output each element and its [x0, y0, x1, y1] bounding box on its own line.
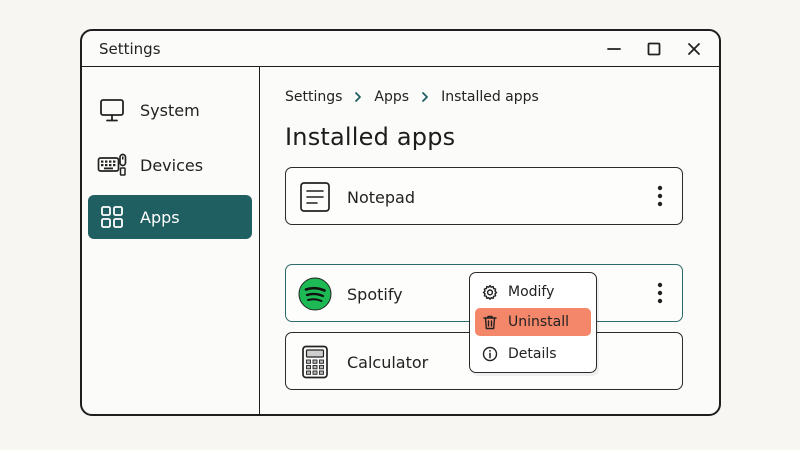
more-options-button[interactable]	[650, 280, 670, 306]
title-bar: Settings	[82, 31, 719, 67]
gear-icon	[481, 283, 499, 301]
menu-item-modify[interactable]: Modify	[475, 278, 591, 306]
maximize-button[interactable]	[642, 37, 666, 61]
menu-item-label: Uninstall	[508, 314, 570, 330]
calculator-icon	[298, 345, 332, 379]
minimize-button[interactable]	[602, 37, 626, 61]
chevron-right-icon	[354, 91, 362, 103]
close-icon	[688, 43, 700, 55]
grid-icon	[97, 202, 127, 232]
context-menu: Modify Uninstall Details	[469, 272, 597, 373]
menu-item-label: Details	[508, 346, 557, 362]
sidebar-item-label: Apps	[140, 207, 180, 227]
app-card-notepad[interactable]: Notepad	[285, 167, 683, 225]
breadcrumb-apps[interactable]: Apps	[374, 89, 409, 105]
breadcrumb: Settings Apps Installed apps	[285, 89, 539, 105]
trash-icon	[481, 313, 499, 331]
more-options-button[interactable]	[650, 183, 670, 209]
menu-item-uninstall[interactable]: Uninstall	[475, 308, 591, 336]
page-title: Installed apps	[285, 123, 456, 151]
notepad-icon	[298, 180, 332, 214]
chevron-right-icon	[421, 91, 429, 103]
app-name: Notepad	[347, 188, 415, 207]
sidebar-item-apps[interactable]: Apps	[88, 195, 252, 239]
menu-item-label: Modify	[508, 284, 555, 300]
menu-item-details[interactable]: Details	[475, 340, 591, 368]
settings-window: Settings System Devices Apps Settings Ap…	[80, 29, 721, 416]
sidebar-item-label: System	[140, 100, 200, 120]
close-button[interactable]	[682, 37, 706, 61]
minimize-icon	[607, 48, 621, 50]
sidebar-item-system[interactable]: System	[88, 88, 252, 132]
breadcrumb-installed-apps: Installed apps	[441, 89, 539, 105]
sidebar-item-devices[interactable]: Devices	[88, 143, 252, 187]
more-vertical-icon	[657, 185, 663, 207]
breadcrumb-settings[interactable]: Settings	[285, 89, 342, 105]
window-title: Settings	[99, 40, 161, 58]
info-icon	[481, 345, 499, 363]
app-name: Spotify	[347, 285, 403, 304]
spotify-icon	[298, 277, 332, 311]
more-vertical-icon	[657, 282, 663, 304]
monitor-icon	[97, 95, 127, 125]
sidebar: System Devices Apps	[82, 67, 260, 414]
app-name: Calculator	[347, 353, 429, 372]
sidebar-item-label: Devices	[140, 155, 204, 175]
keyboard-icon	[97, 150, 127, 180]
maximize-icon	[647, 42, 661, 56]
